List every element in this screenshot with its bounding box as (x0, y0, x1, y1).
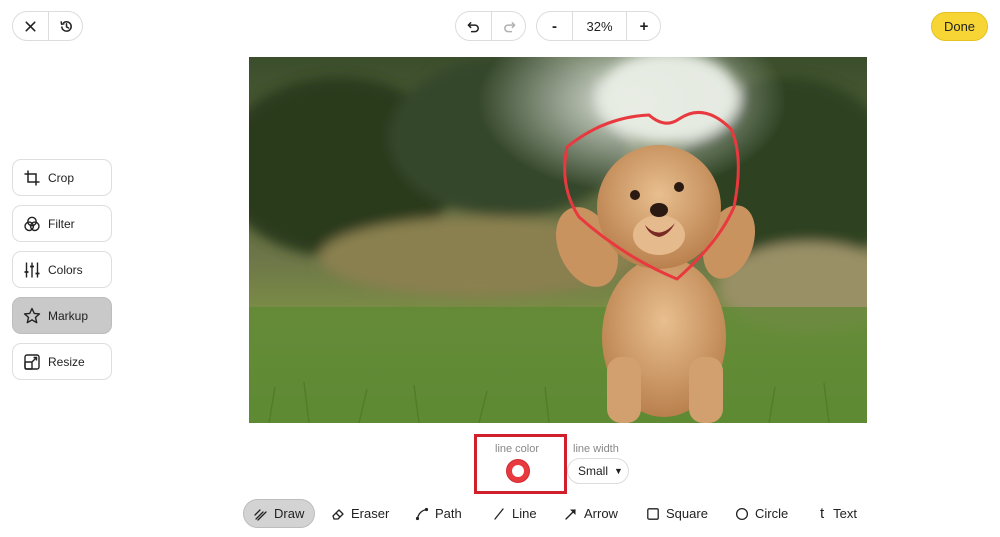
tool-label: Arrow (584, 506, 618, 521)
resize-icon (23, 353, 41, 371)
line-color-label: line color (495, 443, 540, 455)
tool-arrow[interactable]: Arrow (554, 499, 628, 528)
undo-icon (467, 21, 479, 32)
crop-icon (23, 169, 41, 187)
zoom-out-button[interactable]: - (537, 12, 572, 40)
zoom-controls: - 32% + (536, 11, 661, 41)
sidebar-item-filter[interactable]: Filter (12, 205, 112, 242)
history-icon (59, 20, 72, 32)
draw-icon (254, 507, 268, 521)
tool-line[interactable]: Line (482, 499, 547, 528)
tool-label: Text (833, 506, 858, 521)
sliders-icon (23, 261, 41, 279)
done-button[interactable]: Done (931, 12, 988, 41)
undo-redo-controls (455, 11, 526, 41)
chevron-down-icon: ▼ (614, 466, 623, 476)
sidebar-item-label: Filter (48, 216, 75, 231)
tool-square[interactable]: Square (636, 499, 718, 528)
redo-icon (503, 21, 515, 32)
close-icon (25, 20, 36, 32)
path-icon (415, 507, 429, 521)
tool-text[interactable]: t Text (810, 499, 867, 528)
history-button[interactable] (48, 12, 82, 40)
tool-circle[interactable]: Circle (725, 499, 798, 528)
tool-label: Square (666, 506, 708, 521)
sidebar-item-crop[interactable]: Crop (12, 159, 112, 196)
close-button[interactable] (13, 12, 48, 40)
sidebar-item-label: Crop (48, 170, 75, 185)
filter-icon (23, 215, 41, 233)
line-width-label: line width (573, 443, 619, 455)
tool-label: Draw (274, 506, 305, 521)
tool-label: Path (435, 506, 462, 521)
sidebar-item-label: Resize (48, 354, 85, 369)
image-canvas[interactable] (249, 57, 867, 423)
circle-icon (735, 507, 749, 521)
tool-label: Eraser (351, 506, 390, 521)
line-width-value: Small (578, 464, 609, 478)
line-icon (492, 507, 506, 521)
top-left-controls (12, 11, 83, 41)
arrow-icon (564, 507, 578, 521)
tool-draw[interactable]: Draw (243, 499, 316, 528)
sidebar-item-label: Colors (48, 262, 83, 277)
dog-photo (249, 57, 867, 423)
tool-eraser[interactable]: Eraser (321, 499, 399, 528)
tool-path[interactable]: Path (405, 499, 472, 528)
eraser-icon (331, 507, 345, 521)
line-color-picker[interactable] (506, 459, 530, 483)
undo-button[interactable] (456, 12, 491, 40)
tool-label: Circle (755, 506, 789, 521)
sidebar-item-label: Markup (48, 308, 89, 323)
line-width-select[interactable]: Small ▼ (567, 458, 629, 484)
sidebar-item-markup[interactable]: Markup (12, 297, 112, 334)
sidebar-item-resize[interactable]: Resize (12, 343, 112, 380)
sidebar-item-colors[interactable]: Colors (12, 251, 112, 288)
zoom-level: 32% (572, 12, 626, 40)
text-icon: t (820, 505, 825, 522)
tool-label: Line (512, 506, 537, 521)
square-icon (646, 507, 660, 521)
redo-button[interactable] (491, 12, 525, 40)
star-icon (23, 307, 41, 325)
zoom-in-button[interactable]: + (626, 12, 660, 40)
